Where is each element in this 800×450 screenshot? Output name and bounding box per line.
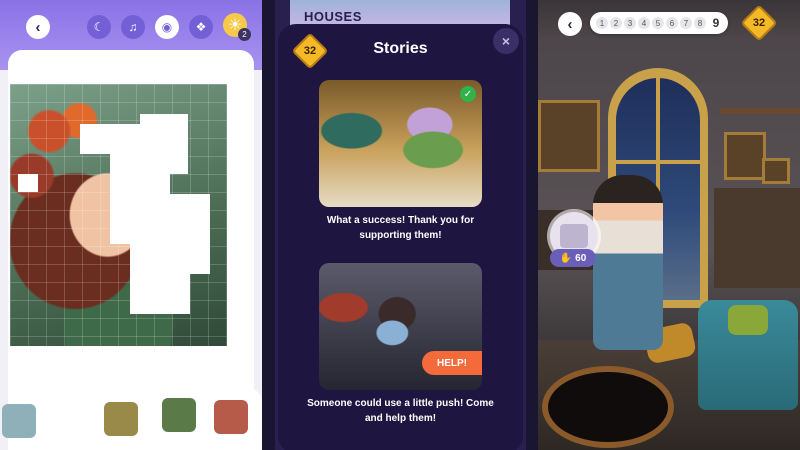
missing-pieces-area <box>80 124 140 154</box>
character-woman <box>593 175 663 350</box>
level-step: 1 <box>596 17 608 29</box>
portrait-frame <box>538 100 600 172</box>
hint-button[interactable]: ☀ 2 <box>223 13 251 41</box>
level-step: 2 <box>610 17 622 29</box>
puzzle-piece[interactable] <box>162 398 196 432</box>
puzzle-icon: ❖ <box>195 20 207 34</box>
picture-frame <box>724 132 766 180</box>
modal-title: Stories <box>373 40 428 57</box>
level-step: 8 <box>694 17 706 29</box>
level-step-current: 9 <box>710 16 722 30</box>
story-text: Someone could use a little push! Come an… <box>307 398 494 424</box>
badge-count: 32 <box>752 17 766 29</box>
hand-icon: ✋ <box>559 252 573 264</box>
eye-icon: ◉ <box>161 20 173 34</box>
task-cost[interactable]: ✋ 60 <box>550 249 596 267</box>
edge-pieces-button[interactable]: ❖ <box>189 15 213 39</box>
missing-pieces-area <box>130 244 190 314</box>
close-icon: × <box>501 33 511 49</box>
wall-shelf <box>720 108 800 114</box>
back-button[interactable]: ‹ <box>26 15 50 39</box>
chevron-left-icon: ‹ <box>567 15 573 33</box>
hint-count-badge: 2 <box>238 28 251 41</box>
level-progress-bar: 1 2 3 4 5 6 7 8 9 <box>590 12 728 34</box>
music-icon: ♫ <box>128 20 138 34</box>
puzzle-piece[interactable] <box>104 402 138 436</box>
story-card-image[interactable]: ✓ <box>319 80 482 207</box>
houses-label: HOUSES <box>304 9 362 24</box>
music-button[interactable]: ♫ <box>121 15 145 39</box>
fireplace-icon <box>560 224 588 248</box>
puzzle-piece[interactable] <box>214 400 248 434</box>
night-mode-button[interactable]: ☾ <box>87 15 111 39</box>
piece-tray[interactable] <box>2 388 262 450</box>
close-button[interactable]: × <box>493 28 519 54</box>
checkmark-icon: ✓ <box>460 86 476 102</box>
story-card-image[interactable]: HELP! <box>319 263 482 390</box>
puzzle-image <box>10 84 227 346</box>
missing-pieces-area <box>110 154 170 244</box>
preview-button[interactable]: ◉ <box>155 15 179 39</box>
level-step: 7 <box>680 17 692 29</box>
moon-icon: ☾ <box>93 20 105 34</box>
chevron-left-icon: ‹ <box>35 18 41 36</box>
picture-frame <box>762 158 790 184</box>
level-step: 3 <box>624 17 636 29</box>
puzzle-piece[interactable] <box>2 404 36 438</box>
missing-pieces-area <box>18 174 38 192</box>
back-button[interactable]: ‹ <box>558 12 582 36</box>
level-step: 5 <box>652 17 664 29</box>
window-mullion <box>616 160 700 164</box>
story-text: What a success! Thank you for supporting… <box>326 215 475 241</box>
level-step: 6 <box>666 17 678 29</box>
stories-screen: HOUSES 32 Stories × ✓ What a success! Th… <box>275 0 526 450</box>
task-cost-value: 60 <box>575 252 587 264</box>
bookshelf <box>714 188 800 288</box>
puzzle-screen: ‹ ☾ ♫ ◉ ❖ ☀ 2 <box>0 0 262 450</box>
broken-floor-hole[interactable] <box>548 372 668 442</box>
help-button[interactable]: HELP! <box>422 351 482 375</box>
level-step: 4 <box>638 17 650 29</box>
cushion <box>728 305 768 335</box>
app-screenshot-collage: ‹ ☾ ♫ ◉ ❖ ☀ 2 HOUSES 32 Stories × ✓ What… <box>0 0 800 450</box>
room-screen: ✋ 60 ‹ 1 2 3 4 5 6 7 8 9 32 <box>538 0 800 450</box>
